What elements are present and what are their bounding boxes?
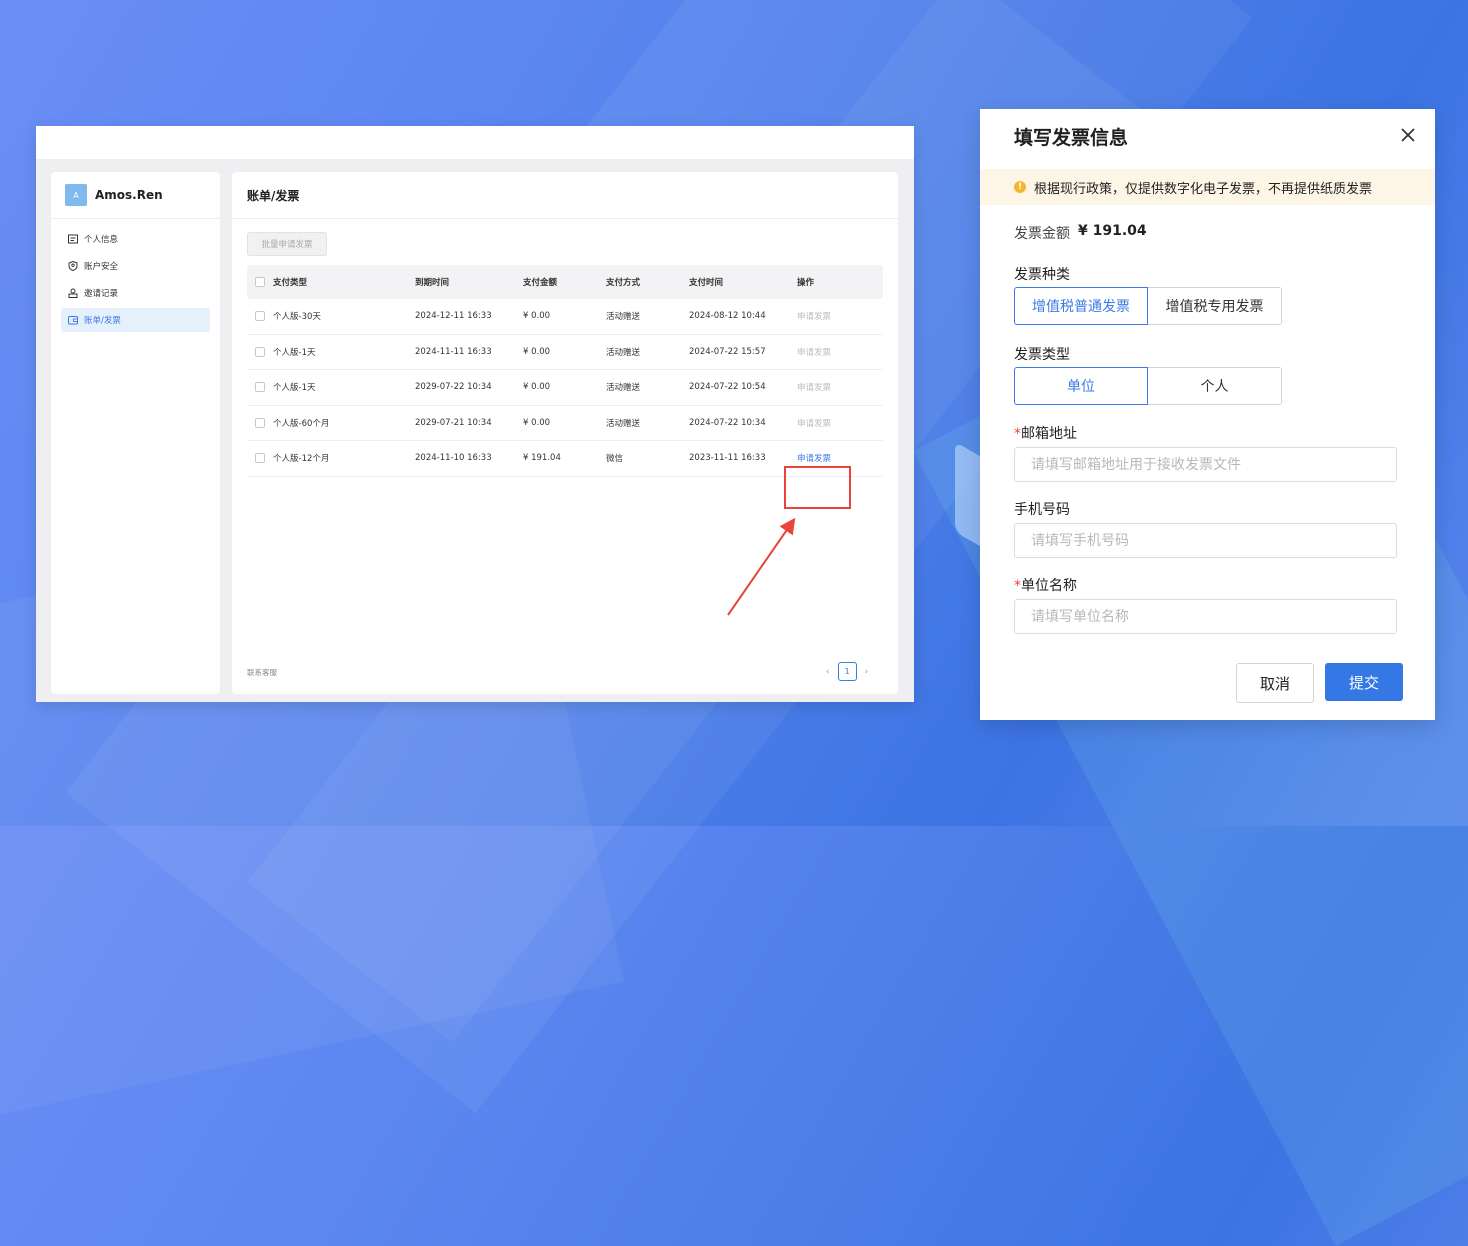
option-company[interactable]: 单位	[1014, 367, 1148, 405]
company-name-label: *单位名称	[1014, 578, 1077, 594]
required-mark: *	[1014, 578, 1021, 594]
invoice-kind-selector: 增值税普通发票 增值税专用发票	[1014, 287, 1282, 325]
phone-field[interactable]	[1014, 523, 1397, 558]
warning-icon: !	[1014, 181, 1026, 193]
notice-text: 根据现行政策，仅提供数字化电子发票，不再提供纸质发票	[1034, 181, 1373, 197]
annotation-arrow-icon	[727, 517, 796, 616]
invoice-amount: 发票金额 ¥ 191.04	[1014, 223, 1147, 243]
invoice-type-label: 发票类型	[1014, 347, 1070, 363]
billing-app-window: A Amos.Ren 个人信息 账户安全 邀请记录 账单/发票 账单/发票 批量…	[36, 126, 914, 702]
close-icon[interactable]	[1398, 125, 1418, 145]
submit-button[interactable]: 提交	[1325, 663, 1403, 701]
invoice-type-selector: 单位 个人	[1014, 367, 1282, 405]
invoice-kind-label: 发票种类	[1014, 267, 1070, 283]
cancel-button[interactable]: 取消	[1236, 663, 1314, 703]
required-mark: *	[1014, 426, 1021, 442]
option-vat-special[interactable]: 增值税专用发票	[1148, 287, 1282, 325]
option-personal[interactable]: 个人	[1148, 367, 1282, 405]
option-vat-general[interactable]: 增值税普通发票	[1014, 287, 1148, 325]
company-name-field[interactable]	[1014, 599, 1397, 634]
phone-label: 手机号码	[1014, 502, 1070, 518]
policy-notice: ! 根据现行政策，仅提供数字化电子发票，不再提供纸质发票	[980, 169, 1435, 205]
email-label: *邮箱地址	[1014, 426, 1077, 442]
app-body: A Amos.Ren 个人信息 账户安全 邀请记录 账单/发票 账单/发票 批量…	[36, 159, 914, 702]
invoice-dialog: 填写发票信息 ! 根据现行政策，仅提供数字化电子发票，不再提供纸质发票 发票金额…	[980, 109, 1435, 720]
amount-label: 发票金额	[1014, 226, 1070, 242]
dialog-title: 填写发票信息	[1014, 127, 1129, 149]
email-field[interactable]	[1014, 447, 1397, 482]
amount-value: ¥ 191.04	[1078, 223, 1147, 239]
